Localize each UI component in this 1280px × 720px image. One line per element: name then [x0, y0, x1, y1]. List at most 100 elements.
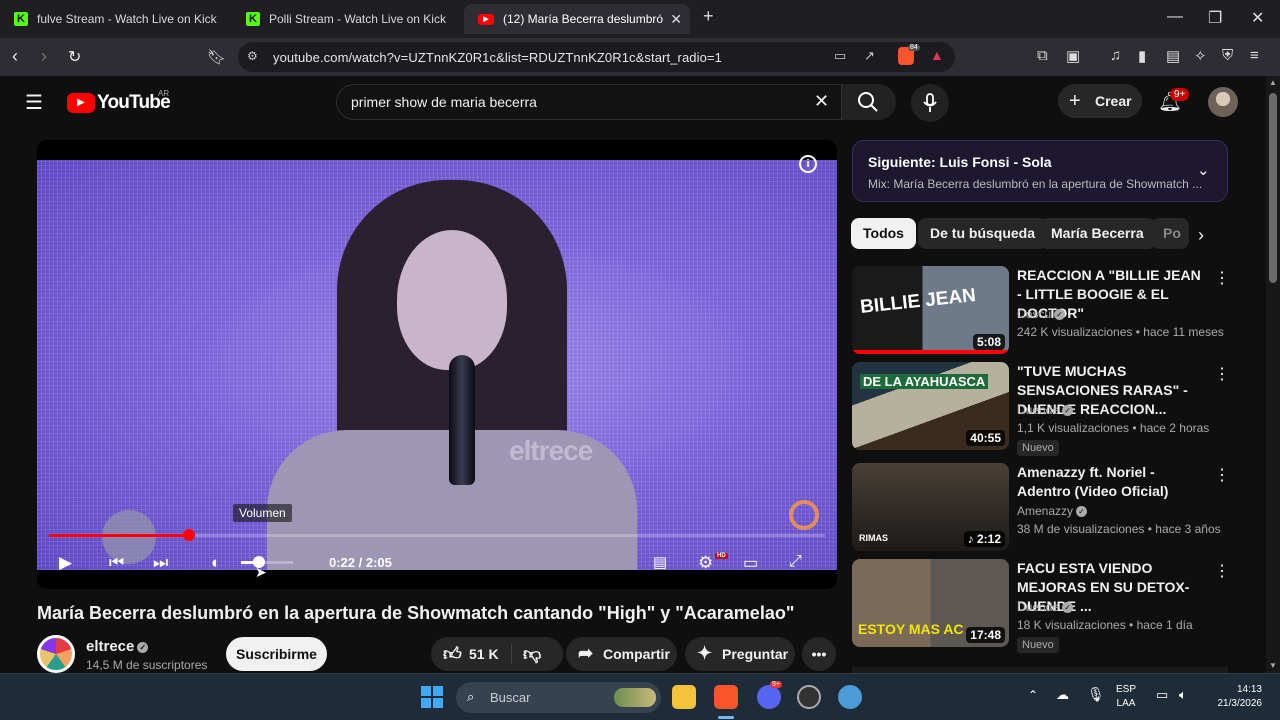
channel-name[interactable]: eltrece ✓: [86, 638, 149, 655]
chevron-up-icon[interactable]: ⌃: [1028, 688, 1038, 702]
recommendation-channel-name[interactable]: Duende: [1017, 403, 1059, 417]
account-avatar[interactable]: [1208, 87, 1238, 117]
recommendation-item[interactable]: BILLIE JEAN 5:08 REACCION A "BILLIE JEAN…: [852, 266, 1230, 356]
video-thumbnail[interactable]: ESTOY MAS AC 17:48: [852, 559, 1009, 647]
ask-button[interactable]: ✦ Preguntar: [685, 637, 795, 671]
system-clock[interactable]: 14:13 21/3/2026: [1206, 683, 1263, 711]
vpn-icon[interactable]: ⛨: [1222, 47, 1233, 64]
info-icon[interactable]: i: [799, 155, 817, 173]
new-tab-icon[interactable]: +: [703, 6, 714, 27]
like-count[interactable]: 51 K: [469, 646, 499, 662]
recommendation-channel[interactable]: Duende ✓: [1017, 403, 1074, 417]
progress-handle[interactable]: [182, 529, 195, 541]
video-thumbnail[interactable]: BILLIE JEAN 5:08: [852, 266, 1009, 354]
music-icon[interactable]: ♫: [1110, 47, 1121, 64]
more-vert-icon[interactable]: ⋮: [1214, 561, 1230, 581]
globe-app-icon[interactable]: [838, 685, 862, 709]
obs-icon[interactable]: [797, 685, 821, 709]
volume-slider[interactable]: [241, 556, 293, 568]
more-vert-icon[interactable]: ⋮: [1214, 465, 1230, 485]
play-icon[interactable]: ▶: [59, 553, 72, 573]
subscribe-button[interactable]: Suscribirme: [226, 637, 327, 671]
close-tab-icon[interactable]: ✕: [670, 11, 682, 28]
share-button[interactable]: ➦ Compartir: [566, 637, 677, 671]
recommendation-channel[interactable]: Amenazzy ✓: [1017, 504, 1088, 518]
video-frame[interactable]: eltrece: [37, 160, 837, 570]
video-thumbnail[interactable]: DE LA AYAHUASCA 40:55: [852, 362, 1009, 450]
search-input[interactable]: primer show de maria becerra ✕: [336, 84, 842, 120]
progress-bar[interactable]: [49, 529, 825, 541]
chip-from-search[interactable]: De tu búsqueda: [918, 218, 1048, 249]
search-button[interactable]: [842, 84, 896, 120]
microphone-tray-icon[interactable]: 🎙︎: [1087, 686, 1105, 703]
clear-search-icon[interactable]: ✕: [814, 91, 829, 112]
back-icon[interactable]: ‹: [12, 46, 18, 67]
chevron-down-icon[interactable]: ⌄: [1197, 161, 1210, 179]
create-button[interactable]: + Crear: [1058, 84, 1142, 118]
share-icon[interactable]: ↗: [864, 48, 875, 64]
channel-name-text[interactable]: eltrece: [86, 638, 134, 655]
recommendation-channel[interactable]: Duende ✓: [1017, 600, 1074, 614]
screenshot-icon[interactable]: ▣: [1066, 47, 1080, 65]
brave-taskbar-icon[interactable]: [714, 685, 738, 709]
more-vert-icon[interactable]: ⋮: [1214, 364, 1230, 384]
subtitles-icon[interactable]: ▤: [653, 553, 667, 571]
tab-fulve[interactable]: K fulve Stream - Watch Live on Kick: [0, 4, 230, 34]
theater-mode-icon[interactable]: ▭: [743, 553, 758, 573]
voice-search-button[interactable]: [911, 84, 949, 122]
previous-icon[interactable]: ⏮: [109, 553, 124, 573]
recommendation-item[interactable]: ESTOY MAS AC 17:48 FACU ESTA VIENDO MEJO…: [852, 559, 1230, 653]
site-settings-icon[interactable]: ⚙: [247, 49, 258, 63]
extensions-icon[interactable]: ⧉: [1037, 47, 1048, 64]
tab-youtube[interactable]: ▶ (12) María Becerra deslumbró en ✕: [464, 4, 690, 34]
like-icon[interactable]: 👍︎: [443, 643, 462, 665]
dislike-icon[interactable]: 👎︎: [523, 643, 541, 665]
menu-icon[interactable]: ≡: [1250, 47, 1259, 64]
scroll-down-icon[interactable]: ▼: [1269, 661, 1277, 670]
tab-polli[interactable]: K Polli Stream - Watch Live on Kick: [232, 4, 462, 34]
bookmark-icon[interactable]: 🔖︎: [207, 48, 226, 66]
file-explorer-icon[interactable]: [672, 685, 696, 709]
recommendation-channel[interactable]: Coscu ✓: [1017, 307, 1066, 321]
hamburger-menu-icon[interactable]: ☰: [25, 90, 43, 115]
minimize-icon[interactable]: —: [1167, 8, 1183, 26]
close-window-icon[interactable]: ✕: [1251, 8, 1264, 28]
channel-avatar[interactable]: [37, 635, 75, 673]
video-thumbnail[interactable]: RIMAS ♪ 2:12: [852, 463, 1009, 551]
leo-ai-icon[interactable]: ✧: [1194, 47, 1207, 65]
youtube-logo-icon[interactable]: ▶: [67, 93, 95, 113]
recommendation-item[interactable]: DE LA AYAHUASCA 40:55 "TUVE MUCHAS SENSA…: [852, 362, 1230, 456]
cloud-icon[interactable]: ☁: [1056, 687, 1069, 703]
recommendation-channel-name[interactable]: Coscu: [1017, 307, 1051, 321]
up-next-panel[interactable]: Siguiente: Luis Fonsi - Sola Mix: María …: [852, 140, 1228, 202]
recommendation-channel-name[interactable]: Duende: [1017, 600, 1059, 614]
recommendation-item[interactable]: RIMAS ♪ 2:12 Amenazzy ft. Noriel - Adent…: [852, 463, 1230, 553]
taskbar-search[interactable]: ⌕ Buscar: [456, 682, 661, 713]
chip-truncated[interactable]: Po: [1151, 218, 1189, 249]
next-icon[interactable]: ⏭: [153, 553, 168, 573]
more-actions-button[interactable]: •••: [802, 637, 836, 671]
windows-start-icon[interactable]: [421, 686, 443, 708]
chevron-right-icon[interactable]: ›: [1198, 225, 1204, 246]
reload-icon[interactable]: ↻: [68, 47, 81, 67]
scroll-up-icon[interactable]: ▲: [1269, 78, 1277, 87]
scroll-thumb[interactable]: [1269, 93, 1277, 283]
video-player[interactable]: eltrece i Volumen ▶ ⏮ ⏭ ◖ ➤ 0:22 / 2:05 …: [37, 140, 837, 589]
volume-icon[interactable]: ◖: [209, 553, 219, 573]
recommendation-title[interactable]: Amenazzy ft. Noriel - Adentro (Video Ofi…: [1017, 463, 1207, 501]
page-scrollbar[interactable]: ▲ ▼: [1266, 76, 1280, 673]
recommendation-channel-name[interactable]: Amenazzy: [1017, 504, 1073, 518]
language-indicator[interactable]: ESP LAA: [1116, 683, 1136, 711]
forward-icon[interactable]: ›: [41, 46, 47, 67]
restore-icon[interactable]: ❐: [1208, 8, 1222, 28]
address-bar[interactable]: ⚙ youtube.com/watch?v=UZTnnKZ0R1c&list=R…: [238, 42, 955, 72]
chip-all[interactable]: Todos: [851, 218, 916, 249]
brave-rewards-icon[interactable]: ▲: [930, 47, 944, 63]
sidebar-icon[interactable]: ▮: [1138, 47, 1146, 65]
network-icon[interactable]: ▭: [1156, 687, 1168, 703]
cast-icon[interactable]: ▭: [834, 48, 846, 64]
url-text[interactable]: youtube.com/watch?v=UZTnnKZ0R1c&list=RDU…: [273, 50, 722, 65]
chip-maria-becerra[interactable]: María Becerra: [1039, 218, 1156, 249]
search-value[interactable]: primer show de maria becerra: [351, 94, 537, 110]
more-vert-icon[interactable]: ⋮: [1214, 268, 1230, 288]
